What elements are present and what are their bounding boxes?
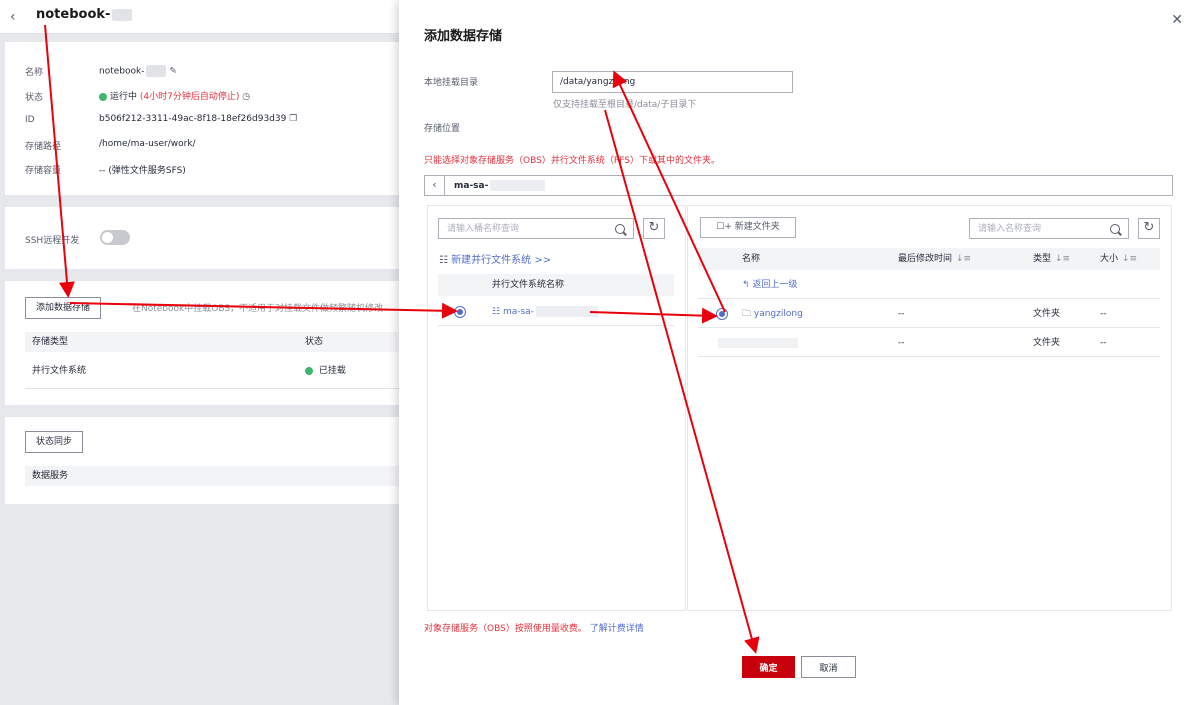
folder-type: 文件夹	[1033, 338, 1061, 348]
storage-card: 添加数据存储 在Notebook中挂载OBS，不适用于对挂载文件做频繁随机修改 …	[5, 281, 405, 405]
folder-name[interactable]: yangzilong	[754, 309, 803, 319]
redacted-mask	[718, 338, 798, 348]
col-pfs-name: 并行文件系统名称	[492, 280, 565, 290]
clock-icon[interactable]: ◷	[242, 92, 250, 102]
return-icon: ↰	[742, 280, 750, 290]
billing-note: 对象存储服务（OBS）按照使用量收费。 了解计费详情	[424, 624, 644, 634]
col-type[interactable]: 类型 ↓≡	[1033, 248, 1070, 270]
pfs-radio[interactable]	[454, 306, 466, 318]
redacted-mask	[112, 8, 133, 21]
chevron-left-icon[interactable]: ‹	[425, 176, 445, 195]
ssh-card: SSH远程开发	[5, 207, 405, 269]
col-size[interactable]: 大小 ↓≡	[1100, 248, 1137, 270]
notebook-info-card: 名称 notebook- ✎ 状态 运行中 (4小时7分钟后自动停止) ◷ ID…	[5, 42, 405, 195]
bucket-search-input[interactable]	[438, 218, 634, 239]
search-icon[interactable]	[1110, 224, 1120, 234]
sync-card: 状态同步 数据服务	[5, 417, 405, 504]
back-link[interactable]: ↰ 返回上一级	[742, 271, 797, 299]
folder-size: --	[1100, 309, 1107, 319]
redacted-mask	[490, 180, 546, 191]
mount-dir-label: 本地挂载目录	[424, 78, 479, 88]
col-modified[interactable]: 最后修改时间 ↓≡	[898, 248, 971, 270]
col-storage-type: 存储类型	[32, 337, 69, 347]
folder-row[interactable]: -- 文件夹 --	[698, 329, 1160, 357]
add-storage-drawer: 添加数据存储 ✕ 本地挂载目录 仅支持挂载至根目录/data/子目录下 存储位置…	[399, 0, 1199, 705]
name-value: notebook- ✎	[99, 65, 177, 77]
id-value: b506f212-3311-49ac-8f18-18ef26d93d39 ❐	[99, 114, 298, 124]
storage-table-header: 存储类型 状态	[25, 332, 400, 352]
refresh-icon[interactable]: ↻	[643, 218, 665, 239]
database-icon: ☷	[492, 307, 501, 317]
folder-panel: ☐+ 新建文件夹 ↻ 名称 最后修改时间↓≡ 类型↓≡ 大小↓≡ ↰ 返回上一级…	[687, 205, 1172, 611]
folder-size: --	[1100, 338, 1107, 348]
folder-type: 文件夹	[1033, 309, 1061, 319]
sync-status-button[interactable]: 状态同步	[25, 431, 84, 453]
folder-search-input[interactable]	[969, 218, 1129, 239]
name-label: 名称	[25, 68, 44, 78]
folder-table-header: 名称 最后修改时间 ↓≡ 类型 ↓≡ 大小 ↓≡	[698, 248, 1160, 270]
database-icon: ☷	[439, 255, 448, 266]
add-storage-hint: 在Notebook中挂载OBS，不适用于对挂载文件做频繁随机修改	[132, 304, 384, 314]
storage-warning: 只能选择对象存储服务（OBS）并行文件系统（PFS）下或其中的文件夹。	[424, 156, 720, 166]
col-name: 名称	[742, 254, 761, 264]
pfs-name[interactable]: ma-sa-	[503, 307, 534, 317]
pricing-link[interactable]: 了解计费详情	[590, 624, 644, 634]
redacted-mask	[535, 306, 598, 317]
sort-icon[interactable]: ↓≡	[1055, 254, 1070, 264]
add-storage-button[interactable]: 添加数据存储	[25, 297, 102, 319]
pfs-row[interactable]: ☷ ma-sa-	[438, 298, 674, 326]
folder-modified: --	[898, 338, 905, 348]
status-label: 状态	[25, 93, 44, 103]
sort-icon[interactable]: ↓≡	[1122, 254, 1137, 264]
cancel-button[interactable]: 取消	[801, 656, 856, 678]
search-icon[interactable]	[615, 224, 625, 234]
ssh-label: SSH远程开发	[25, 236, 80, 246]
col-storage-status: 状态	[305, 337, 324, 347]
new-pfs-link[interactable]: ☷ 新建并行文件系统 >>	[439, 251, 551, 266]
bucket-path: ma-sa-	[454, 180, 546, 191]
new-folder-icon: ☐+	[716, 222, 732, 232]
refresh-icon[interactable]: ↻	[1138, 218, 1160, 239]
data-service-header: 数据服务	[25, 466, 400, 486]
redacted-mask	[146, 65, 167, 77]
drawer-title: 添加数据存储	[424, 29, 503, 44]
storage-type-value: 并行文件系统	[32, 366, 87, 376]
sort-icon[interactable]: ↓≡	[956, 254, 971, 264]
storage-capacity-value: -- (弹性文件服务SFS)	[99, 166, 186, 176]
bucket-breadcrumb: ‹ ma-sa-	[424, 175, 1173, 196]
new-folder-button[interactable]: ☐+ 新建文件夹	[700, 217, 796, 238]
ssh-toggle[interactable]	[100, 230, 130, 245]
storage-table-row: 并行文件系统 已挂载	[25, 353, 400, 389]
back-row[interactable]: ↰ 返回上一级	[698, 271, 1160, 299]
id-label: ID	[25, 115, 35, 125]
page-title: notebook-	[36, 7, 133, 22]
running-status-icon	[99, 92, 107, 101]
copy-icon[interactable]: ❐	[289, 114, 297, 124]
mount-dir-hint: 仅支持挂载至根目录/data/子目录下	[553, 100, 697, 110]
close-icon[interactable]: ✕	[1171, 12, 1183, 28]
folder-modified: --	[898, 309, 905, 319]
mounted-status-icon	[305, 366, 313, 375]
storage-path-value: /home/ma-user/work/	[99, 139, 196, 149]
folder-radio[interactable]	[716, 308, 728, 320]
storage-capacity-label: 存储容量	[25, 166, 62, 176]
confirm-button[interactable]: 确定	[742, 656, 795, 678]
storage-location-label: 存储位置	[424, 124, 461, 134]
storage-path-label: 存储路径	[25, 142, 62, 152]
folder-row[interactable]: 🗀 yangzilong -- 文件夹 --	[698, 300, 1160, 328]
pencil-icon[interactable]: ✎	[169, 67, 177, 77]
status-value: 运行中 (4小时7分钟后自动停止) ◷	[99, 89, 250, 102]
pfs-panel: ↻ ☷ 新建并行文件系统 >> 并行文件系统名称 ☷ ma-sa-	[427, 205, 686, 611]
storage-status-value: 已挂载	[305, 353, 346, 389]
chevron-left-icon[interactable]: ‹	[10, 9, 16, 25]
mount-dir-input[interactable]	[552, 71, 793, 93]
pfs-table-header: 并行文件系统名称	[438, 274, 674, 296]
folder-icon: 🗀	[742, 309, 752, 319]
